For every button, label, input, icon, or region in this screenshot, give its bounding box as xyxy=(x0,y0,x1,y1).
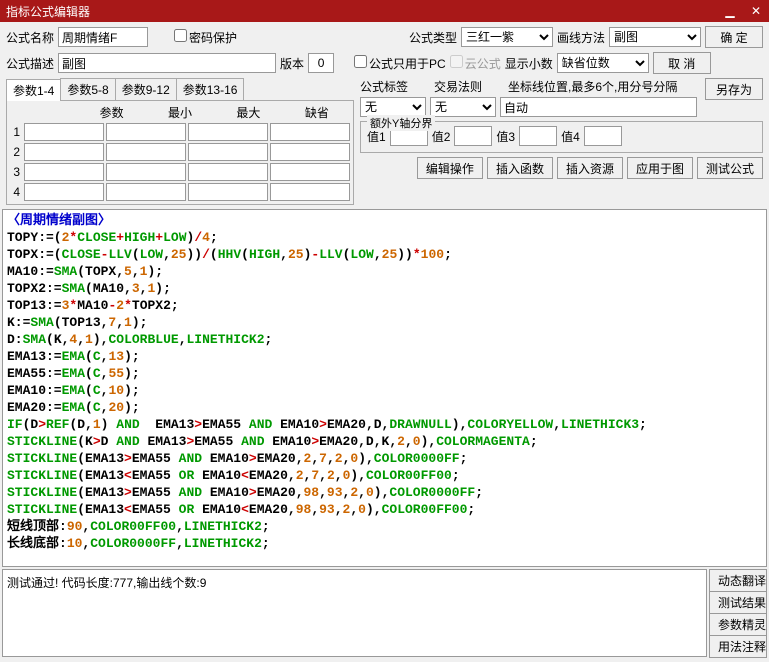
label-draw-method: 画线方法 xyxy=(557,29,605,46)
param-grid: 参数 最小 最大 缺省 1 2 3 4 xyxy=(6,101,354,205)
label-formula-type: 公式类型 xyxy=(409,29,457,46)
test-result-box: 测试通过! 代码长度:777,输出线个数:9 xyxy=(2,569,707,657)
label-version: 版本 xyxy=(280,55,304,72)
apply-chart-button[interactable]: 应用于图 xyxy=(627,157,693,179)
param-row-3: 3 xyxy=(9,162,351,182)
param-4-min[interactable] xyxy=(106,183,186,201)
param-4-max[interactable] xyxy=(188,183,268,201)
param-4-def[interactable] xyxy=(270,183,350,201)
val4-input[interactable] xyxy=(584,126,622,146)
window-title: 指标公式编辑器 xyxy=(6,3,717,20)
param-wizard-button[interactable]: 参数精灵 xyxy=(709,613,767,636)
val2-input[interactable] xyxy=(454,126,492,146)
version-input[interactable] xyxy=(308,53,334,73)
tab-params-5-8[interactable]: 参数5-8 xyxy=(60,78,115,100)
dyn-translate-button[interactable]: 动态翻译 xyxy=(709,569,767,592)
trade-rule-select[interactable]: 无 xyxy=(430,97,496,117)
param-3-min[interactable] xyxy=(106,163,186,181)
label-val4: 值4 xyxy=(561,128,580,145)
tab-params-13-16[interactable]: 参数13-16 xyxy=(176,78,245,100)
param-4-name[interactable] xyxy=(24,183,104,201)
tab-params-1-4[interactable]: 参数1-4 xyxy=(6,79,61,101)
tab-params-9-12[interactable]: 参数9-12 xyxy=(115,78,177,100)
label-trade-rule: 交易法则 xyxy=(434,80,482,94)
coord-pos-input[interactable] xyxy=(500,97,697,117)
param-col-max: 最大 xyxy=(214,103,282,122)
form-area: 公式名称 密码保护 公式类型 三红一紫 画线方法 副图 确 定 公式描述 版本 … xyxy=(0,22,769,207)
param-1-def[interactable] xyxy=(270,123,350,141)
param-1-min[interactable] xyxy=(106,123,186,141)
param-2-max[interactable] xyxy=(188,143,268,161)
pc-only-checkbox[interactable]: 公式只用于PC xyxy=(354,55,446,72)
param-1-name[interactable] xyxy=(24,123,104,141)
test-result-button[interactable]: 测试结果 xyxy=(709,591,767,614)
usage-notes-button[interactable]: 用法注释 xyxy=(709,635,767,658)
extra-y-fieldset: 额外Y轴分界 值1 值2 值3 值4 xyxy=(360,121,763,153)
draw-method-select[interactable]: 副图 xyxy=(609,27,701,47)
test-result-text: 测试通过! 代码长度:777,输出线个数:9 xyxy=(7,576,206,590)
formula-type-select[interactable]: 三红一紫 xyxy=(461,27,553,47)
param-row-2: 2 xyxy=(9,142,351,162)
param-3-name[interactable] xyxy=(24,163,104,181)
password-protect-checkbox[interactable]: 密码保护 xyxy=(174,29,237,46)
extra-y-legend: 额外Y轴分界 xyxy=(367,115,435,131)
param-col-def: 缺省 xyxy=(283,103,351,122)
formula-tag-select[interactable]: 无 xyxy=(360,97,426,117)
param-col-min: 最小 xyxy=(146,103,214,122)
label-formula-tag: 公式标签 xyxy=(360,80,408,94)
param-col-name: 参数 xyxy=(77,103,145,122)
close-icon[interactable]: ✕ xyxy=(743,0,769,22)
label-formula-desc: 公式描述 xyxy=(6,55,54,72)
test-formula-button[interactable]: 测试公式 xyxy=(697,157,763,179)
param-row-1: 1 xyxy=(9,122,351,142)
show-decimal-select[interactable]: 缺省位数 xyxy=(557,53,649,73)
param-1-max[interactable] xyxy=(188,123,268,141)
param-2-min[interactable] xyxy=(106,143,186,161)
titlebar: 指标公式编辑器 ▁ ✕ xyxy=(0,0,769,22)
insert-res-button[interactable]: 插入资源 xyxy=(557,157,623,179)
cloud-formula-checkbox: 云公式 xyxy=(450,55,501,72)
param-2-name[interactable] xyxy=(24,143,104,161)
formula-desc-input[interactable] xyxy=(58,53,276,73)
save-as-button[interactable]: 另存为 xyxy=(705,78,763,100)
param-3-max[interactable] xyxy=(188,163,268,181)
label-show-decimal: 显示小数 xyxy=(505,55,553,72)
code-editor[interactable]: 〈周期情绪副图〉 TOPY:=(2*CLOSE+HIGH+LOW)/4; TOP… xyxy=(2,209,767,567)
ok-button[interactable]: 确 定 xyxy=(705,26,763,48)
minimize-icon[interactable]: ▁ xyxy=(717,0,743,22)
edit-op-button[interactable]: 编辑操作 xyxy=(417,157,483,179)
param-row-4: 4 xyxy=(9,182,351,202)
label-val3: 值3 xyxy=(496,128,515,145)
cancel-button[interactable]: 取 消 xyxy=(653,52,711,74)
insert-func-button[interactable]: 插入函数 xyxy=(487,157,553,179)
val3-input[interactable] xyxy=(519,126,557,146)
param-tabs: 参数1-4 参数5-8 参数9-12 参数13-16 xyxy=(6,78,354,101)
label-formula-name: 公式名称 xyxy=(6,29,54,46)
label-coord-pos: 坐标线位置,最多6个,用分号分隔 xyxy=(508,78,697,95)
formula-name-input[interactable] xyxy=(58,27,148,47)
param-2-def[interactable] xyxy=(270,143,350,161)
param-3-def[interactable] xyxy=(270,163,350,181)
